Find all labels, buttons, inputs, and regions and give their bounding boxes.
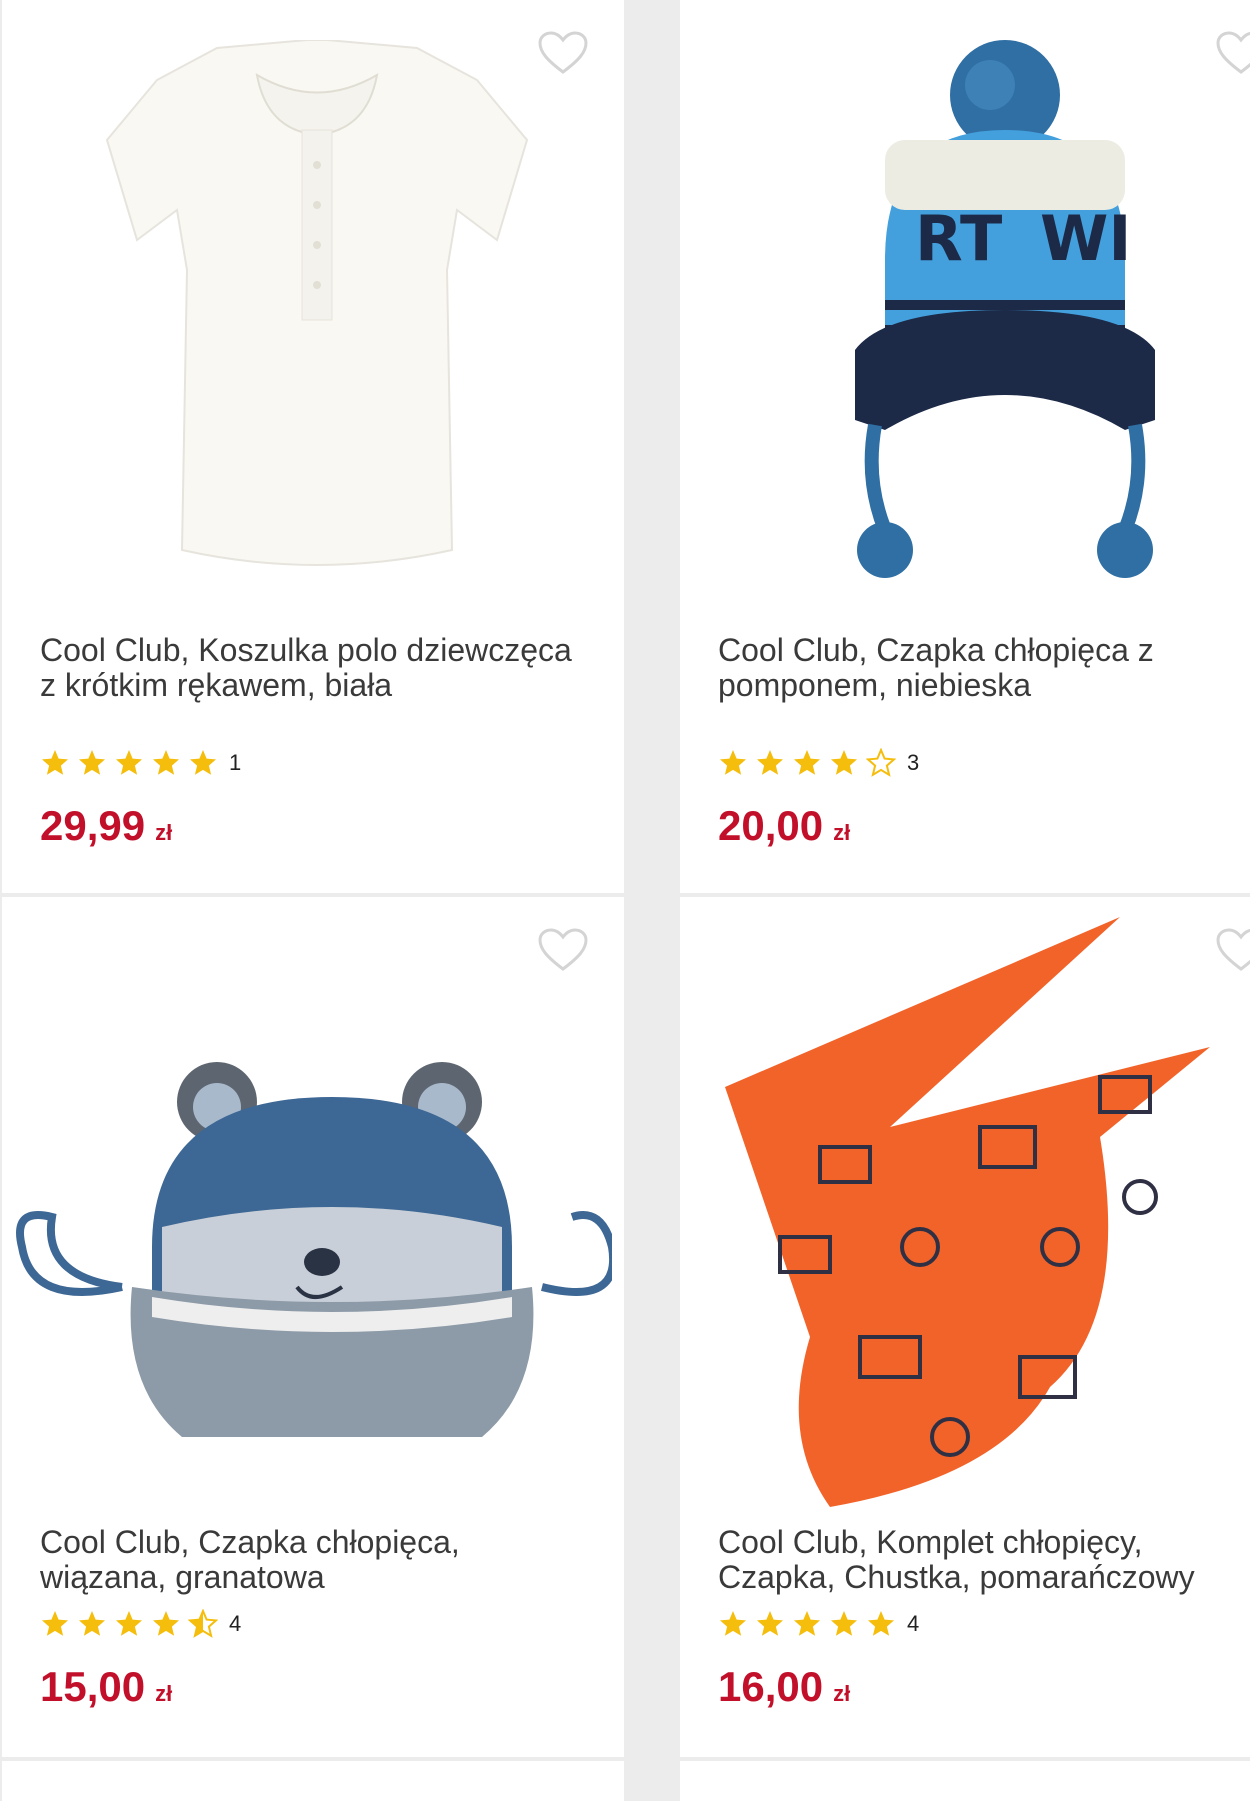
product-price: 16,00 zł <box>718 1663 850 1711</box>
product-rating: 3 <box>718 746 919 780</box>
product-image[interactable]: RT WI <box>680 0 1250 600</box>
product-rating: 4 <box>718 1607 919 1641</box>
price-amount: 16,00 <box>718 1663 824 1710</box>
price-amount: 15,00 <box>40 1663 146 1710</box>
rating-count: 4 <box>907 1611 920 1636</box>
star-icon <box>868 1611 894 1636</box>
svg-text:WI: WI <box>1040 202 1131 275</box>
price-amount: 29,99 <box>40 802 146 849</box>
price-amount: 20,00 <box>718 802 824 849</box>
product-title[interactable]: Cool Club, Czapka chłopięca z pomponem, … <box>718 633 1248 703</box>
heart-outline-icon[interactable] <box>1215 30 1250 76</box>
svg-text:RT: RT <box>915 202 1002 275</box>
heart-outline-icon[interactable] <box>1215 927 1250 973</box>
star-icon <box>153 750 179 775</box>
star-icon <box>720 1611 746 1636</box>
star-icon <box>757 1611 783 1636</box>
price-currency: zł <box>833 1681 851 1706</box>
star-icon <box>831 1611 857 1636</box>
product-title[interactable]: Cool Club, Komplet chłopięcy, Czapka, Ch… <box>718 1525 1248 1595</box>
star-icon <box>720 750 746 775</box>
product-card-partial[interactable] <box>2 1761 624 1801</box>
star-icon <box>79 1611 105 1636</box>
star-icon <box>153 1611 179 1636</box>
product-card[interactable]: Cool Club, Czapka chłopięca, wiązana, gr… <box>2 897 624 1757</box>
price-currency: zł <box>833 820 851 845</box>
star-rating <box>718 748 903 778</box>
product-grid: Cool Club, Koszulka polo dziewczęca z kr… <box>0 0 1250 1801</box>
star-icon <box>42 1611 68 1636</box>
star-icon <box>831 750 857 775</box>
star-rating <box>40 748 225 778</box>
product-card[interactable]: Cool Club, Koszulka polo dziewczęca z kr… <box>2 0 624 893</box>
price-currency: zł <box>155 1681 173 1706</box>
star-icon <box>79 750 105 775</box>
star-icon <box>866 748 896 777</box>
rating-count: 3 <box>907 750 920 775</box>
product-image[interactable] <box>680 897 1250 1507</box>
pompom-hat-image: RT WI <box>855 40 1155 578</box>
bear-hat-image <box>16 1062 612 1437</box>
star-rating <box>40 1609 225 1639</box>
product-price: 29,99 zł <box>40 802 172 850</box>
product-image[interactable] <box>2 0 624 600</box>
star-rating <box>718 1609 903 1639</box>
product-price: 20,00 zł <box>718 802 850 850</box>
star-icon <box>116 750 142 775</box>
star-icon <box>794 1611 820 1636</box>
polo-shirt-image <box>105 40 529 566</box>
orange-set-image <box>725 917 1210 1507</box>
product-price: 15,00 zł <box>40 1663 172 1711</box>
product-rating: 4 <box>40 1607 241 1641</box>
product-card-partial[interactable] <box>680 1761 1250 1801</box>
star-icon <box>190 750 216 775</box>
product-rating: 1 <box>40 746 241 780</box>
star-icon <box>757 750 783 775</box>
star-icon <box>116 1611 142 1636</box>
heart-outline-icon[interactable] <box>537 30 589 76</box>
rating-count: 4 <box>229 1611 242 1636</box>
star-icon <box>188 1609 218 1638</box>
star-icon <box>794 750 820 775</box>
product-card[interactable]: Cool Club, Komplet chłopięcy, Czapka, Ch… <box>680 897 1250 1757</box>
heart-outline-icon[interactable] <box>537 927 589 973</box>
product-card[interactable]: RT WI Cool Club, Czapka chłopięca z pomp… <box>680 0 1250 893</box>
product-title[interactable]: Cool Club, Koszulka polo dziewczęca z kr… <box>40 633 585 703</box>
product-image[interactable] <box>2 897 624 1497</box>
rating-count: 1 <box>229 750 242 775</box>
product-title[interactable]: Cool Club, Czapka chłopięca, wiązana, gr… <box>40 1525 585 1595</box>
price-currency: zł <box>155 820 173 845</box>
star-icon <box>42 750 68 775</box>
